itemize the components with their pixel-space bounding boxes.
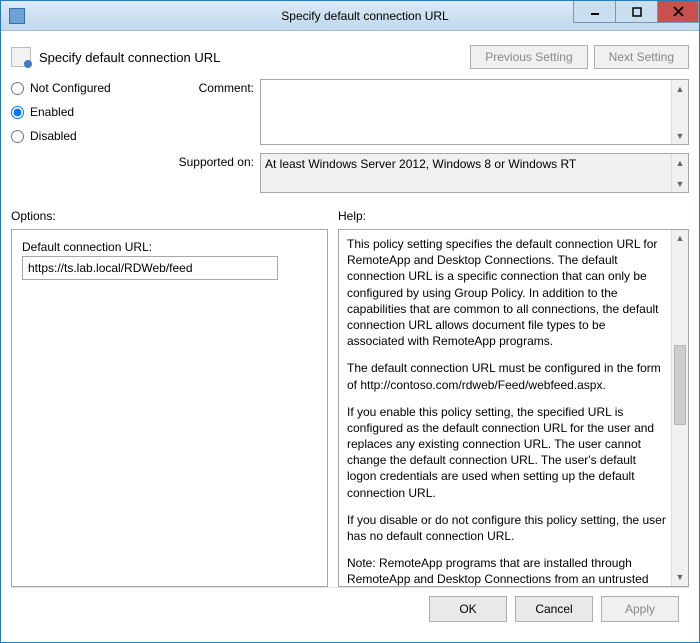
scroll-up-icon[interactable]: ▲	[672, 80, 688, 97]
scroll-down-icon[interactable]: ▼	[672, 175, 688, 192]
minimize-button[interactable]	[573, 1, 615, 23]
supported-textarea: At least Windows Server 2012, Windows 8 …	[260, 153, 689, 193]
help-scrollbar[interactable]: ▲ ▼	[671, 230, 688, 586]
options-panel: Default connection URL:	[11, 229, 328, 587]
scroll-down-icon[interactable]: ▼	[672, 569, 688, 586]
app-icon	[9, 8, 25, 24]
scroll-up-icon[interactable]: ▲	[672, 154, 688, 171]
scroll-up-icon[interactable]: ▲	[672, 230, 688, 247]
default-url-input[interactable]	[22, 256, 278, 280]
ok-button[interactable]: OK	[429, 596, 507, 622]
window-controls	[573, 1, 699, 23]
radio-enabled[interactable]: Enabled	[11, 105, 146, 119]
supported-scrollbar[interactable]: ▲ ▼	[671, 154, 688, 192]
help-paragraph: This policy setting specifies the defaul…	[347, 236, 666, 349]
policy-name: Specify default connection URL	[39, 50, 220, 65]
scrollbar-thumb[interactable]	[674, 345, 686, 425]
options-label: Options:	[11, 205, 328, 229]
apply-button[interactable]: Apply	[601, 596, 679, 622]
radio-disabled[interactable]: Disabled	[11, 129, 146, 143]
comment-scrollbar[interactable]: ▲ ▼	[671, 80, 688, 144]
radio-not-configured[interactable]: Not Configured	[11, 81, 146, 95]
titlebar: Specify default connection URL	[1, 1, 699, 31]
comment-label: Comment:	[164, 79, 254, 95]
help-paragraph: The default connection URL must be confi…	[347, 360, 666, 392]
cancel-button[interactable]: Cancel	[515, 596, 593, 622]
help-paragraph: Note: RemoteApp programs that are instal…	[347, 555, 666, 587]
header-row: Specify default connection URL Previous …	[11, 41, 689, 77]
state-radio-group: Not Configured Enabled Disabled	[11, 79, 146, 193]
next-setting-button[interactable]: Next Setting	[594, 45, 689, 69]
default-url-label: Default connection URL:	[22, 240, 317, 254]
policy-icon	[11, 47, 31, 67]
supported-label: Supported on:	[164, 153, 254, 169]
comment-textarea[interactable]: ▲ ▼	[260, 79, 689, 145]
help-paragraph: If you enable this policy setting, the s…	[347, 404, 666, 501]
dialog-window: Specify default connection URL Specify d…	[0, 0, 700, 643]
scroll-down-icon[interactable]: ▼	[672, 127, 688, 144]
maximize-button[interactable]	[615, 1, 657, 23]
help-paragraph: If you disable or do not configure this …	[347, 512, 666, 544]
help-panel: This policy setting specifies the defaul…	[338, 229, 689, 587]
help-label: Help:	[338, 205, 689, 229]
previous-setting-button[interactable]: Previous Setting	[470, 45, 587, 69]
dialog-footer: OK Cancel Apply	[11, 587, 689, 632]
close-button[interactable]	[657, 1, 699, 23]
